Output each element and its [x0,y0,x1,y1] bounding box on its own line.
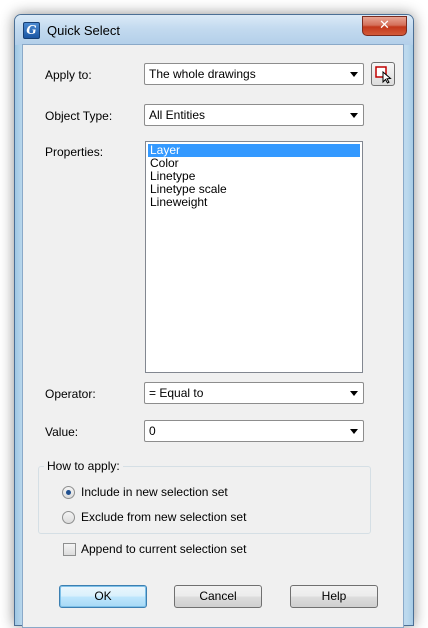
operator-label: Operator: [45,387,96,401]
help-button[interactable]: Help [290,585,378,608]
append-checkbox[interactable] [63,543,76,556]
include-radio[interactable] [62,486,75,499]
object-type-dropdown[interactable]: All Entities [144,104,364,126]
select-objects-button[interactable] [371,62,395,86]
properties-label: Properties: [45,145,104,159]
chevron-down-icon [350,113,358,118]
value-value: 0 [149,424,156,438]
cancel-button[interactable]: Cancel [174,585,262,608]
exclude-radio[interactable] [62,511,75,524]
operator-dropdown[interactable]: = Equal to [144,382,364,404]
exclude-radio-label[interactable]: Exclude from new selection set [81,510,246,524]
select-objects-icon [375,66,392,84]
object-type-label: Object Type: [45,109,113,123]
list-item[interactable]: Layer [148,144,360,157]
value-label: Value: [45,425,79,439]
apply-to-value: The whole drawings [149,67,256,81]
object-type-value: All Entities [149,108,206,122]
apply-to-label: Apply to: [45,68,92,82]
dialog-content: Apply to: The whole drawings Object Type… [0,0,428,628]
apply-to-dropdown[interactable]: The whole drawings [144,63,364,85]
chevron-down-icon [350,72,358,77]
list-item[interactable]: Lineweight [148,196,360,209]
include-radio-label[interactable]: Include in new selection set [81,485,228,499]
properties-listbox[interactable]: Layer Color Linetype Linetype scale Line… [145,141,363,373]
radio-selected-dot [66,490,71,495]
how-to-apply-legend: How to apply: [44,459,123,473]
operator-value: = Equal to [149,386,204,400]
append-checkbox-label[interactable]: Append to current selection set [81,542,246,556]
chevron-down-icon [350,391,358,396]
value-dropdown[interactable]: 0 [144,420,364,442]
ok-button[interactable]: OK [59,585,147,608]
chevron-down-icon [350,429,358,434]
